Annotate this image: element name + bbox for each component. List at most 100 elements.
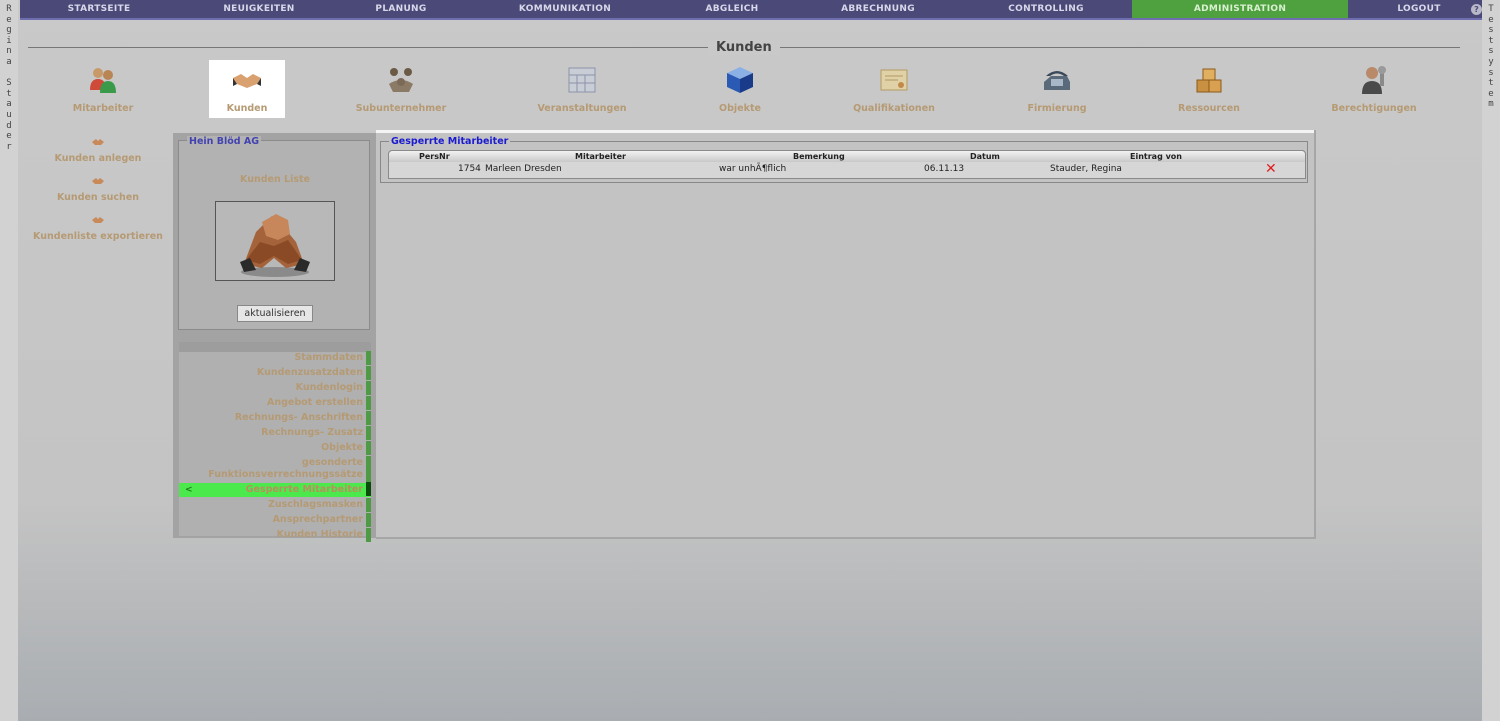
boxes-icon — [1196, 68, 1222, 93]
module-berechtigungen[interactable]: Berechtigungen — [1331, 60, 1417, 118]
customer-box: Hein Blöd AG Kunden Liste aktualisieren — [178, 136, 371, 330]
menu-stammdaten[interactable]: Stammdaten — [179, 351, 371, 365]
user-name-letter: R — [6, 4, 12, 14]
user-name-letter: d — [6, 120, 12, 131]
user-name-letter: t — [6, 88, 12, 99]
system-name-letter: e — [1488, 88, 1494, 99]
user-name-letter: g — [6, 25, 12, 36]
user-name-strip: ReginaStauder — [0, 0, 18, 721]
menu-ansprechpartner[interactable]: Ansprechpartner — [179, 513, 371, 527]
help-icon[interactable]: ? — [1471, 4, 1482, 15]
user-name-letter: u — [6, 109, 12, 120]
th-datum: Datum — [970, 152, 1000, 161]
phone-icon — [1044, 71, 1070, 90]
cell-mitarbeiter: Marleen Dresden — [485, 164, 562, 174]
system-name-letter: T — [1488, 4, 1494, 14]
system-name-letter: y — [1488, 56, 1494, 67]
group-icon — [389, 68, 413, 92]
system-name-letter: t — [1488, 78, 1494, 89]
th-mitarbeiter: Mitarbeiter — [575, 152, 626, 161]
menu-funktionsverrechnungssaetze[interactable]: Funktionsverrechnungssätze — [179, 468, 371, 482]
module-mitarbeiter[interactable]: Mitarbeiter — [65, 60, 141, 118]
cell-bemerkung: war unhÃ¶flich — [719, 164, 787, 174]
top-navigation: STARTSEITE NEUIGKEITEN PLANUNG KOMMUNIKA… — [20, 0, 1482, 20]
main-topbar — [376, 130, 1314, 133]
blocked-employees-legend: Gesperrte Mitarbeiter — [389, 136, 511, 147]
handshake-photo-icon — [240, 214, 310, 277]
menu-kunden-historie[interactable]: Kunden Historie — [179, 528, 371, 542]
cell-datum: 06.11.13 — [924, 164, 965, 174]
active-arrow-icon: < — [185, 485, 193, 495]
user-name-letter: a — [6, 56, 12, 67]
system-name-letter: s — [1488, 25, 1494, 36]
menu-header — [179, 342, 371, 352]
kunden-anlegen-link[interactable]: Kunden anlegen — [30, 134, 166, 164]
cube-icon — [727, 67, 753, 93]
cell-persnr: 1754 — [458, 164, 481, 174]
customer-image — [215, 201, 335, 281]
system-name-letter: e — [1488, 14, 1494, 25]
nav-abrechnung[interactable]: ABRECHNUNG — [819, 0, 937, 18]
th-persnr: PersNr — [419, 152, 450, 161]
handshake-small-icon — [92, 217, 104, 223]
th-bemerkung: Bemerkung — [793, 152, 845, 161]
customer-name: Hein Blöd AG — [187, 136, 262, 147]
module-firmierung[interactable]: Firmierung — [1019, 60, 1095, 118]
system-name-letter: s — [1488, 46, 1494, 57]
nav-neuigkeiten[interactable]: NEUIGKEITEN — [200, 0, 318, 18]
blocked-employees-table: PersNr Mitarbeiter Bemerkung Datum Eintr… — [388, 150, 1306, 179]
kundenliste-exportieren-link[interactable]: Kundenliste exportieren — [30, 212, 166, 242]
menu-rechnungs-anschriften[interactable]: Rechnungs- Anschriften — [179, 411, 371, 425]
cell-eintrag-von: Stauder, Regina — [1050, 164, 1122, 174]
user-name-letter: i — [6, 35, 12, 46]
system-name-letter: t — [1488, 35, 1494, 46]
module-ressourcen[interactable]: Ressourcen — [1171, 60, 1247, 118]
module-veranstaltungen[interactable]: Veranstaltungen — [537, 60, 627, 118]
nav-startseite[interactable]: STARTSEITE — [40, 0, 158, 18]
system-name-strip: Testsystem — [1482, 0, 1500, 721]
menu-objekte[interactable]: Objekte — [179, 441, 371, 455]
module-qualifikationen[interactable]: Qualifikationen — [853, 60, 935, 118]
module-subunternehmer[interactable]: Subunternehmer — [356, 60, 446, 118]
customer-list-link[interactable]: Kunden Liste — [179, 174, 371, 185]
nav-administration[interactable]: ADMINISTRATION — [1132, 0, 1348, 18]
user-name-letter: e — [6, 131, 12, 142]
system-name-letter: m — [1488, 99, 1494, 110]
handshake-icon — [233, 74, 261, 88]
blocked-employees-fieldset: Gesperrte Mitarbeiter PersNr Mitarbeiter… — [380, 136, 1308, 183]
user-name-letter: a — [6, 99, 12, 110]
nav-abgleich[interactable]: ABGLEICH — [673, 0, 791, 18]
user-name-letter: e — [6, 14, 12, 25]
user-name-letter: n — [6, 46, 12, 57]
module-kunden[interactable]: Kunden — [209, 60, 285, 118]
th-eintrag-von: Eintrag von — [1130, 152, 1182, 161]
people-icon — [90, 68, 116, 93]
menu-kundenlogin[interactable]: Kundenlogin — [179, 381, 371, 395]
nav-logout[interactable]: LOGOUT — [1360, 0, 1478, 18]
menu-gesonderte[interactable]: gesonderte — [179, 456, 371, 470]
user-name-letter: S — [6, 78, 12, 89]
handshake-small-icon — [92, 139, 104, 145]
main-content: Gesperrte Mitarbeiter PersNr Mitarbeiter… — [376, 130, 1316, 539]
calendar-icon — [568, 67, 596, 93]
module-objekte[interactable]: Objekte — [702, 60, 778, 118]
nav-controlling[interactable]: CONTROLLING — [987, 0, 1105, 18]
certificate-icon — [880, 69, 908, 91]
nav-planung[interactable]: PLANUNG — [342, 0, 460, 18]
menu-zuschlagsmasken[interactable]: Zuschlagsmasken — [179, 498, 371, 512]
menu-angebot-erstellen[interactable]: Angebot erstellen — [179, 396, 371, 410]
user-name-letter: r — [6, 141, 12, 152]
menu-kundenzusatzdaten[interactable]: Kundenzusatzdaten — [179, 366, 371, 380]
nav-kommunikation[interactable]: KOMMUNIKATION — [506, 0, 624, 18]
delete-icon[interactable]: ✕ — [1265, 162, 1277, 176]
customer-panel: Hein Blöd AG Kunden Liste aktualisieren … — [173, 133, 377, 542]
kunden-suchen-link[interactable]: Kunden suchen — [30, 173, 166, 203]
handshake-small-icon — [92, 178, 104, 184]
refresh-button[interactable]: aktualisieren — [237, 305, 313, 322]
system-name-letter: s — [1488, 67, 1494, 78]
menu-gesperrte-mitarbeiter[interactable]: < Gesperrte Mitarbeiter — [179, 482, 371, 497]
page-title: Kunden — [708, 40, 780, 55]
menu-rechnungs-zusatz[interactable]: Rechnungs- Zusatz — [179, 426, 371, 440]
customer-menu: Stammdaten Kundenzusatzdaten Kundenlogin… — [179, 351, 371, 542]
user-key-icon — [1362, 66, 1386, 94]
